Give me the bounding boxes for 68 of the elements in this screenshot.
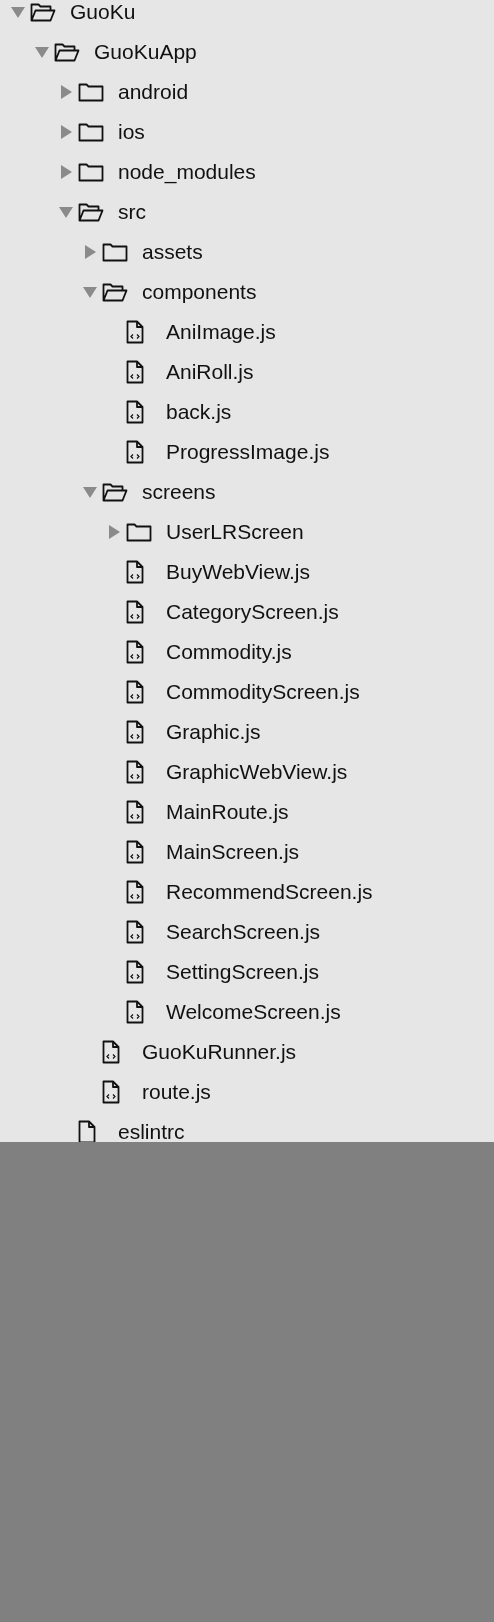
tree-item-label[interactable]: CategoryScreen.js	[166, 599, 339, 625]
code-file-icon	[126, 720, 144, 744]
code-file-icon	[126, 760, 144, 784]
tree-item-label[interactable]: GraphicWebView.js	[166, 759, 348, 785]
code-file-icon	[126, 320, 144, 344]
folder-open-icon	[102, 482, 128, 502]
tree-item-label[interactable]: back.js	[166, 399, 232, 425]
folder-open-icon	[54, 42, 80, 62]
tree-item-label[interactable]: SearchScreen.js	[166, 919, 321, 945]
tree-item-label[interactable]: AniImage.js	[166, 319, 276, 345]
code-file-icon	[126, 400, 144, 424]
tree-item-label[interactable]: SettingScreen.js	[166, 959, 319, 985]
tree-item-label[interactable]: ios	[118, 119, 145, 145]
code-file-icon	[126, 600, 144, 624]
tree-item-label[interactable]: android	[118, 79, 189, 105]
code-file-icon	[126, 1000, 144, 1024]
triangle-down-icon[interactable]	[83, 486, 97, 498]
tree-item-label[interactable]: UserLRScreen	[166, 519, 304, 545]
triangle-down-icon[interactable]	[83, 286, 97, 298]
tree-item-label[interactable]: MainRoute.js	[166, 799, 289, 825]
code-file-icon	[126, 920, 144, 944]
tree-item-label[interactable]: AniRoll.js	[166, 359, 254, 385]
tree-item-label[interactable]: CommodityScreen.js	[166, 679, 360, 705]
folder-open-icon	[78, 202, 104, 222]
tree-item-label[interactable]: ProgressImage.js	[166, 439, 330, 465]
tree-item-label[interactable]: Graphic.js	[166, 719, 261, 745]
folder-icon	[78, 122, 104, 142]
tree-item-label[interactable]: node_modules	[118, 159, 256, 185]
code-file-icon	[126, 560, 144, 584]
tree-item-label[interactable]: MainScreen.js	[166, 839, 300, 865]
code-file-icon	[126, 960, 144, 984]
tree-item-label[interactable]: route.js	[142, 1079, 211, 1105]
code-file-icon	[102, 1080, 120, 1104]
tree-item-label[interactable]: src	[118, 199, 146, 225]
triangle-right-icon[interactable]	[84, 245, 96, 259]
code-file-icon	[126, 680, 144, 704]
tree-item-label[interactable]: eslintrc	[118, 1119, 185, 1142]
code-file-icon	[126, 640, 144, 664]
folder-icon	[78, 82, 104, 102]
tree-item-label[interactable]: GuoKuRunner.js	[142, 1039, 297, 1065]
code-file-icon	[126, 360, 144, 384]
tree-item-label[interactable]: GuoKuApp	[94, 39, 197, 65]
code-file-icon	[126, 440, 144, 464]
file-icon	[78, 1120, 96, 1142]
triangle-down-icon[interactable]	[11, 6, 25, 18]
tree-item-label[interactable]: components	[142, 279, 257, 305]
triangle-right-icon[interactable]	[60, 85, 72, 99]
folder-icon	[126, 522, 152, 542]
code-file-icon	[126, 800, 144, 824]
tree-item-label[interactable]: screens	[142, 479, 216, 505]
code-file-icon	[102, 1040, 120, 1064]
code-file-icon	[126, 840, 144, 864]
code-file-icon	[126, 880, 144, 904]
triangle-down-icon[interactable]	[35, 46, 49, 58]
triangle-right-icon[interactable]	[108, 525, 120, 539]
folder-icon	[78, 162, 104, 182]
triangle-down-icon[interactable]	[59, 206, 73, 218]
triangle-right-icon[interactable]	[60, 165, 72, 179]
folder-open-icon	[102, 282, 128, 302]
folder-icon	[102, 242, 128, 262]
triangle-right-icon[interactable]	[60, 125, 72, 139]
tree-item-label[interactable]: Commodity.js	[166, 639, 292, 665]
tree-item-label[interactable]: BuyWebView.js	[166, 559, 310, 585]
tree-item-label[interactable]: RecommendScreen.js	[166, 879, 373, 905]
tree-item-label[interactable]: GuoKu	[70, 0, 136, 25]
tree-item-label[interactable]: WelcomeScreen.js	[166, 999, 341, 1025]
tree-item-label[interactable]: assets	[142, 239, 203, 265]
folder-open-icon	[30, 2, 56, 22]
